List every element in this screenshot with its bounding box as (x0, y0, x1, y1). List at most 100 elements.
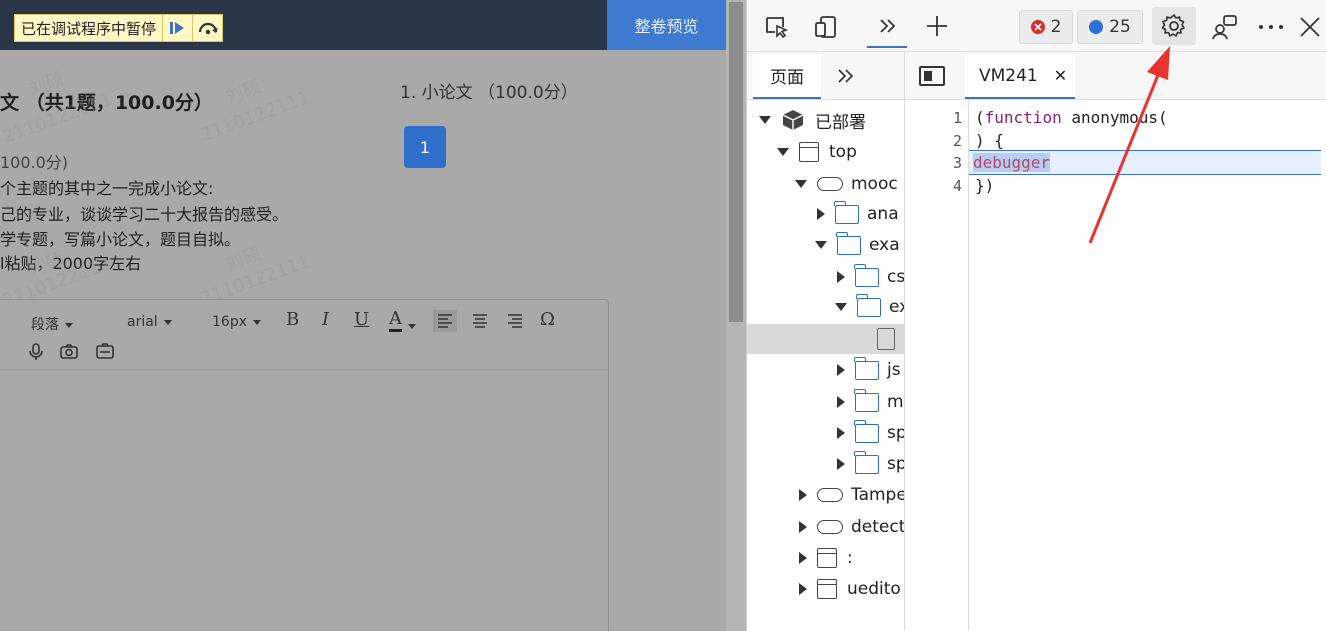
tree-label: Tampe (851, 485, 905, 505)
folder-icon (854, 356, 879, 380)
tab-page[interactable]: 页面 (753, 54, 821, 99)
tree-item-folder[interactable]: sp (747, 419, 904, 447)
paused-banner-text: 已在调试程序中暂停 (21, 19, 157, 38)
page-scrollbar[interactable] (726, 0, 746, 631)
tree-item-folder[interactable]: ana (747, 200, 904, 228)
devtools-toolbar: 2 25 (747, 0, 1326, 52)
tree-item-top[interactable]: top (747, 138, 904, 166)
chevron-down-icon (65, 322, 73, 328)
tree-item-frame[interactable]: : (747, 544, 904, 572)
triangle-down-icon (795, 180, 807, 188)
code-text: ) { (975, 131, 1004, 150)
devtools-panel: 2 25 页面 已部署 top mooc ana exa cs e js m s… (746, 0, 1326, 631)
camera-button[interactable] (59, 342, 79, 364)
font-size-select[interactable]: 16px (212, 314, 261, 330)
tree-item-folder[interactable]: sp (747, 450, 904, 478)
editor-tabs: VM241 ✕ (905, 52, 1326, 100)
tree-item-tampermonkey[interactable]: Tampe (747, 481, 905, 509)
special-char-button[interactable]: Ω (540, 309, 555, 330)
line-number[interactable]: 4 (932, 177, 962, 195)
folder-icon (856, 293, 881, 317)
triangle-down-icon (835, 303, 847, 311)
line-number[interactable]: 3 (932, 154, 962, 172)
page-header: 已在调试程序中暂停 整卷预览 (0, 0, 726, 50)
folder-icon (854, 388, 879, 412)
tree-item-deployed[interactable]: 已部署 (747, 106, 904, 134)
folder-icon (854, 450, 879, 474)
font-color-dropdown[interactable] (408, 318, 416, 334)
close-devtools-button[interactable] (1295, 12, 1325, 42)
scan-button[interactable] (95, 342, 115, 364)
scrollbar-thumb[interactable] (729, 2, 743, 322)
question-text-line: 个主题的其中之一完成小论文: (0, 179, 214, 198)
tree-item-folder[interactable]: cs (747, 263, 905, 291)
tree-label: cs (887, 267, 905, 287)
triangle-right-icon (817, 208, 825, 220)
question-number-button[interactable]: 1 (404, 126, 446, 168)
tree-label: ex (889, 297, 904, 317)
more-tabs-button[interactable] (867, 6, 907, 48)
tree-item-file-selected[interactable] (747, 324, 904, 354)
resume-button[interactable] (162, 15, 192, 41)
plus-icon (927, 16, 947, 36)
question-score: 100.0分) (0, 153, 69, 172)
more-navigator-tabs-button[interactable] (831, 64, 859, 88)
line-number[interactable]: 1 (932, 109, 962, 127)
frame-icon (817, 579, 837, 599)
errors-badge[interactable]: 2 (1019, 10, 1073, 44)
chevron-down-icon (163, 319, 172, 325)
triangle-right-icon (837, 364, 845, 376)
underline-button[interactable]: U (354, 309, 369, 330)
font-color-button[interactable]: A (389, 309, 402, 332)
paragraph-select[interactable]: 段落 (31, 314, 73, 334)
italic-button[interactable]: I (322, 309, 329, 330)
line-number[interactable]: 2 (932, 132, 962, 150)
tree-item-folder[interactable]: exa (747, 231, 904, 259)
code-line-2[interactable]: ) { (975, 131, 1004, 150)
code-line-1[interactable]: (function anonymous( (975, 108, 1168, 127)
bold-button[interactable]: B (286, 309, 299, 330)
editor-toolbar: 段落 arial 16px B I U A Ω (0, 300, 608, 370)
code-text: (function anonymous( (975, 108, 1168, 127)
messages-badge[interactable]: 25 (1077, 10, 1143, 44)
add-tool-button[interactable] (921, 10, 953, 42)
folder-icon (854, 263, 879, 287)
inspect-element-button[interactable] (761, 12, 791, 42)
close-icon[interactable]: ✕ (1054, 66, 1067, 85)
tab-vm241[interactable]: VM241 ✕ (965, 54, 1075, 99)
code-line-3[interactable]: debugger (973, 153, 1051, 172)
tree-label: : (847, 548, 853, 568)
code-line-4[interactable]: }) (975, 176, 994, 195)
tab-label: VM241 (979, 65, 1038, 86)
triangle-right-icon (799, 583, 807, 595)
settings-button[interactable] (1152, 7, 1196, 45)
more-options-button[interactable] (1255, 12, 1287, 42)
tree-item-ueditor[interactable]: uedito (747, 575, 904, 603)
align-right-button[interactable] (503, 310, 527, 336)
tree-label: ana (867, 204, 899, 224)
cloud-icon (817, 488, 843, 502)
camera-icon (60, 344, 78, 359)
tree-item-folder[interactable]: ex (747, 293, 904, 321)
double-chevron-right-icon (838, 69, 854, 83)
feedback-button[interactable] (1209, 12, 1241, 42)
toggle-navigator-icon[interactable] (919, 66, 945, 86)
sources-navigator: 页面 已部署 top mooc ana exa cs e js m sp sp … (747, 52, 905, 631)
full-preview-button[interactable]: 整卷预览 (607, 0, 726, 50)
align-left-button[interactable] (433, 310, 457, 332)
step-over-button[interactable] (192, 15, 222, 41)
tree-item-folder[interactable]: m (747, 388, 904, 416)
question-text-line: 学专题，写篇小论文，题目自拟。 (0, 230, 241, 249)
people-feedback-icon (1212, 15, 1237, 40)
triangle-down-icon (815, 241, 827, 249)
device-emulation-button[interactable] (811, 12, 841, 42)
tree-item-folder[interactable]: js (747, 356, 904, 384)
microphone-button[interactable] (27, 342, 45, 366)
align-center-button[interactable] (468, 310, 492, 336)
chevron-down-icon (408, 323, 416, 329)
tree-item-mooc[interactable]: mooc (747, 170, 904, 198)
triangle-right-icon (837, 271, 845, 283)
font-select[interactable]: arial (127, 314, 172, 330)
tree-item-detect[interactable]: detect (747, 513, 904, 541)
rich-text-editor[interactable]: 段落 arial 16px B I U A Ω (0, 299, 609, 631)
